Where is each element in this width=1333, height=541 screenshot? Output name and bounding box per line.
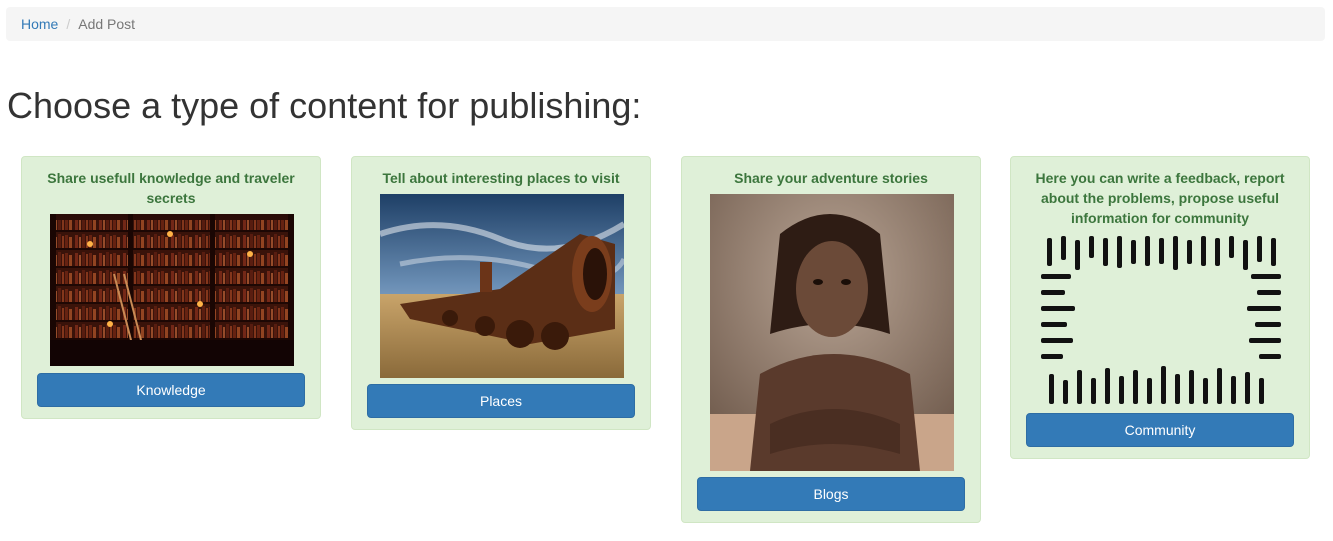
breadcrumb-current: Add Post: [78, 16, 136, 32]
content-type-card-community: Here you can write a feedback, report ab…: [1010, 156, 1310, 459]
knowledge-button[interactable]: Knowledge: [37, 373, 305, 407]
card-title: Tell about interesting places to visit: [382, 170, 620, 186]
library-bookshelves-image: [50, 214, 294, 366]
card-title: Share your adventure stories: [734, 170, 928, 186]
content-type-card-blogs: Share your adventure stories Blogs: [681, 156, 981, 523]
blogs-button[interactable]: Blogs: [697, 477, 965, 511]
breadcrumb-separator: /: [66, 16, 71, 32]
hands-frame-image: [1039, 234, 1283, 406]
breadcrumb-home-link[interactable]: Home: [21, 16, 58, 32]
content-type-card-places: Tell about interesting places to visit P…: [351, 156, 651, 430]
rusty-locomotive-image: [380, 194, 624, 378]
card-title: Share usefull knowledge and traveler sec…: [47, 170, 295, 206]
content-type-card-knowledge: Share usefull knowledge and traveler sec…: [21, 156, 321, 419]
breadcrumb: Home / Add Post: [6, 7, 1325, 41]
community-button[interactable]: Community: [1026, 413, 1294, 447]
card-title: Here you can write a feedback, report ab…: [1035, 170, 1285, 226]
places-button[interactable]: Places: [367, 384, 635, 418]
page-title: Choose a type of content for publishing:: [7, 85, 642, 126]
adventurer-portrait-image: [710, 194, 954, 471]
